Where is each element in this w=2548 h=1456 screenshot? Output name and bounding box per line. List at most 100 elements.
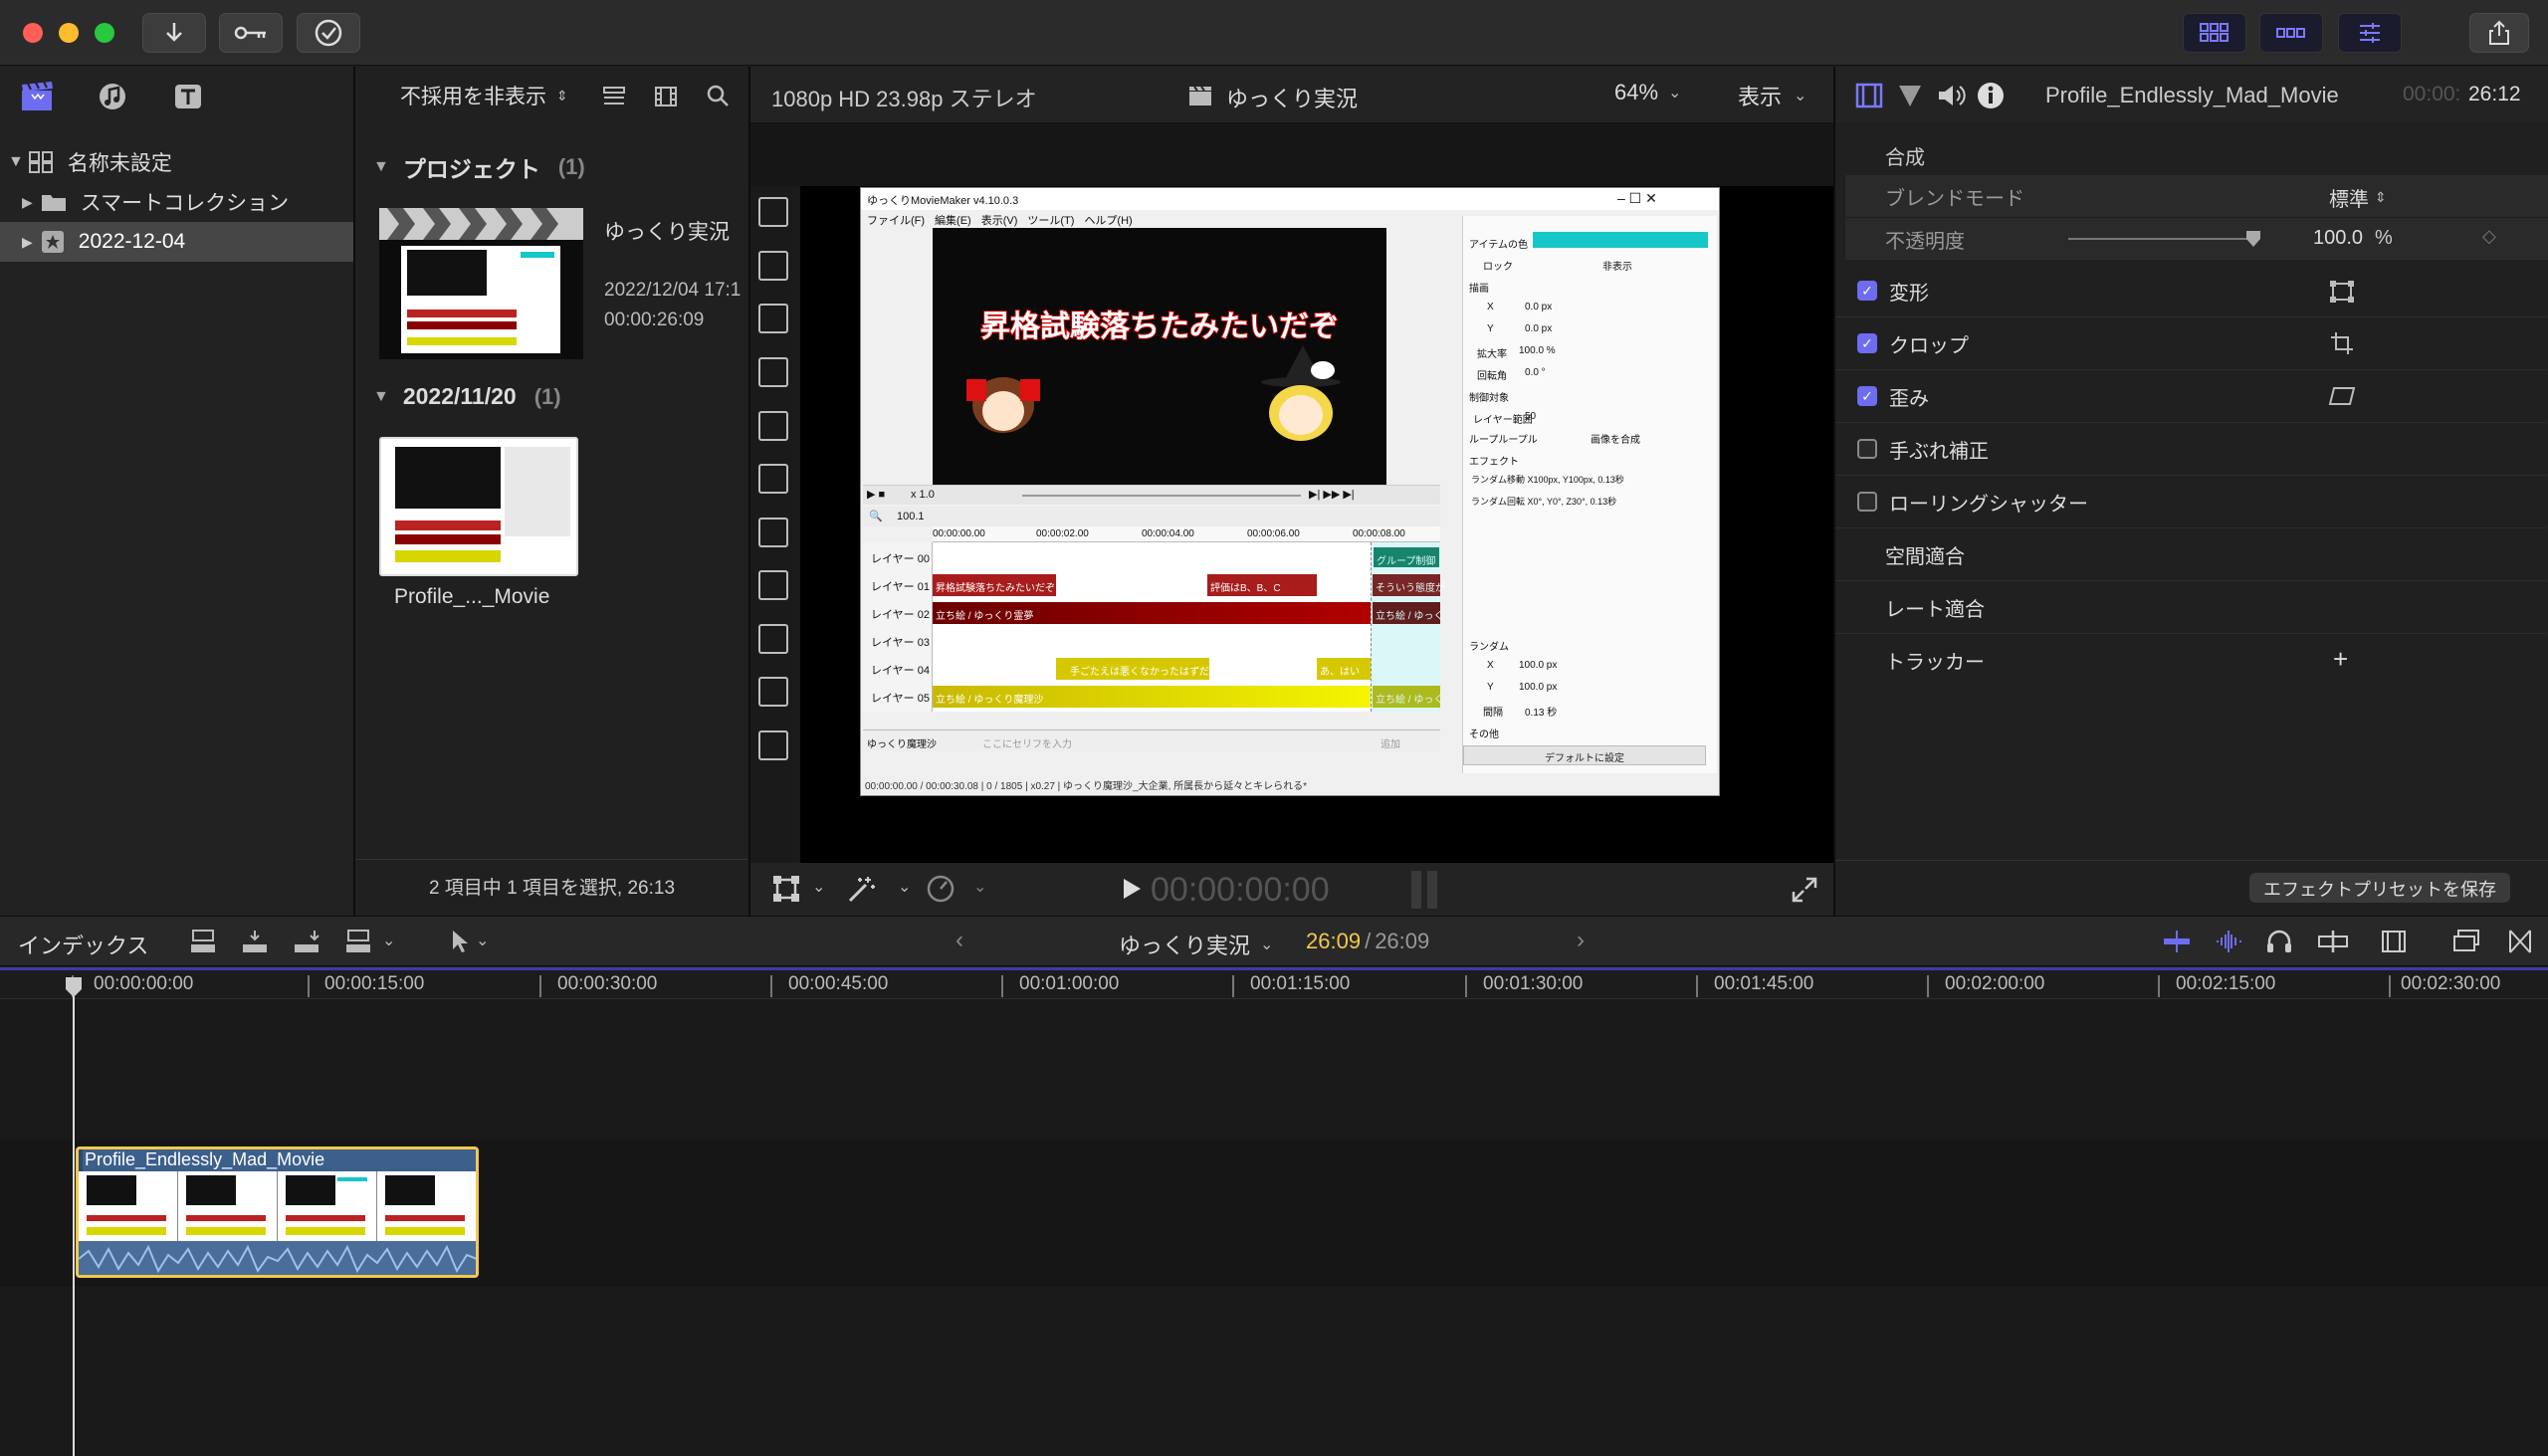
filter-popup[interactable]: 不採用を非表示 ⇕ (400, 81, 568, 110)
chevron-down-icon[interactable]: ⌄ (898, 877, 911, 897)
select-arrow-icon[interactable] (450, 929, 470, 954)
rate-conform-row[interactable]: レート適合 (1835, 581, 2547, 634)
solo-icon[interactable] (2317, 929, 2349, 954)
index-button[interactable]: インデックス (18, 929, 148, 960)
library-item[interactable]: ▼ 名称未設定 (0, 142, 353, 182)
view-popup[interactable]: 表示 ⌄ (1738, 80, 1806, 111)
distort-icon[interactable] (2328, 386, 2356, 406)
titles-generators-icon[interactable] (171, 81, 205, 112)
keyword-button[interactable] (219, 13, 283, 53)
forward-chevron-icon[interactable]: › (1577, 927, 1585, 954)
clapper-icon (1189, 86, 1211, 105)
blend-mode-popup[interactable]: 標準 ⇕ (2329, 183, 2387, 212)
section-header-projects[interactable]: ▼ プロジェクト (1) (373, 150, 585, 184)
zoom-button[interactable] (95, 23, 114, 43)
opacity-value[interactable]: 100.0 (2313, 227, 2363, 250)
ymm-track-area: グループ制御 昇格試験落ちたみたいだぞ 評価はB、B、C そういう態度が 立ち絵… (933, 542, 1445, 712)
add-tracker-icon[interactable]: + (2333, 644, 2348, 675)
distort-checkbox[interactable]: ✓ (1857, 386, 1877, 406)
row-label: 変形 (1889, 282, 1929, 305)
ymm-status: 00:00:00.00 / 00:00:30.08 | 0 / 1805 | x… (865, 781, 1308, 792)
connect-clip-icon[interactable] (189, 929, 217, 954)
clapper-icon[interactable] (20, 81, 54, 112)
opacity-slider[interactable] (2068, 231, 2260, 247)
effects-browser-icon[interactable] (2508, 929, 2532, 954)
chevron-down-icon[interactable]: ⌄ (973, 877, 986, 897)
updown-chevron-icon: ⇕ (556, 87, 568, 104)
browser-panel: 不採用を非表示 ⇕ ▼ プロジェクト (1) ゆっくり実況 2022/12/04… (355, 67, 748, 916)
browser-toggle-button[interactable] (2183, 13, 2246, 53)
video-skimming-icon[interactable] (2162, 929, 2192, 954)
timeline-toggle-button[interactable] (2259, 13, 2323, 53)
append-clip-icon[interactable] (293, 929, 320, 954)
filmstrip-icon[interactable] (2381, 929, 2407, 954)
ymm-prop-section: エフェクト (1469, 457, 1519, 468)
project-popup[interactable]: ゆっくり実況 ⌄ (1119, 929, 1273, 960)
chevron-down-icon[interactable]: ⌄ (382, 931, 395, 950)
back-chevron-icon[interactable]: ‹ (956, 927, 963, 954)
timeline-clip-name: Profile_Endlessly_Mad_Movie (83, 1149, 476, 1171)
disclosure-triangle-icon[interactable]: ▶ (22, 194, 33, 211)
crop-checkbox[interactable]: ✓ (1857, 333, 1877, 353)
ruler-label: 00:01:15:00 (1250, 973, 1351, 994)
headphones-icon[interactable] (2265, 929, 2293, 954)
insert-clip-icon[interactable] (241, 929, 269, 954)
event-label: 2022-12-04 (78, 230, 186, 253)
video-inspector-icon[interactable] (1855, 83, 1883, 108)
viewer-header: 1080p HD 23.98p ステレオ ゆっくり実況 64% ⌄ 表示 ⌄ (750, 67, 1833, 122)
project-thumbnail[interactable] (379, 208, 583, 359)
timecode-display[interactable]: 00:00:00:00 (1151, 871, 1330, 910)
transform-tool-icon[interactable] (772, 875, 800, 903)
clip-appearance-icon[interactable] (2452, 929, 2480, 954)
disclosure-triangle-icon[interactable]: ▶ (22, 234, 33, 251)
chevron-down-icon[interactable]: ⌄ (476, 931, 489, 950)
smart-collection-item[interactable]: ▶ スマートコレクション (0, 182, 353, 222)
clapper-stripe (379, 208, 583, 240)
transform-checkbox[interactable]: ✓ (1857, 281, 1877, 301)
crop-icon[interactable] (2330, 331, 2354, 355)
import-button[interactable] (142, 13, 206, 53)
rolling-shutter-checkbox[interactable] (1857, 492, 1877, 512)
overwrite-clip-icon[interactable] (344, 929, 372, 954)
search-icon[interactable] (706, 84, 730, 107)
compositing-section[interactable]: 合成 (1835, 133, 2548, 177)
minimize-button[interactable] (59, 23, 79, 43)
magic-wand-icon[interactable] (846, 875, 876, 903)
spatial-conform-row[interactable]: 空間適合 (1835, 528, 2547, 581)
speed-gauge-icon[interactable] (926, 875, 956, 903)
section-header-event[interactable]: ▼ 2022/11/20 (1) (373, 383, 561, 410)
crop-row[interactable]: ✓ クロップ (1835, 317, 2547, 370)
clip-thumbnail[interactable] (379, 437, 578, 576)
disclosure-triangle-icon[interactable]: ▼ (8, 153, 24, 171)
share-button[interactable] (2469, 13, 2529, 53)
filmstrip-icon[interactable] (654, 85, 678, 108)
chevron-down-icon[interactable]: ⌄ (812, 877, 825, 897)
rolling-shutter-row[interactable]: ローリングシャッター (1835, 476, 2547, 528)
close-button[interactable] (23, 23, 43, 43)
event-item-selected[interactable]: ▶ 2022-12-04 (0, 222, 353, 262)
play-icon[interactable] (1122, 878, 1142, 900)
stabilization-checkbox[interactable] (1857, 439, 1877, 459)
color-inspector-icon[interactable] (1897, 83, 1923, 108)
tracker-row[interactable]: トラッカー + (1835, 634, 2547, 687)
reimu-avatar (966, 367, 1040, 437)
music-photos-icon[interactable] (96, 81, 129, 112)
stabilization-row[interactable]: 手ぶれ補正 (1835, 423, 2547, 476)
background-tasks-button[interactable] (297, 13, 360, 53)
ymm-add-button: 追加 (1380, 739, 1400, 750)
zoom-popup[interactable]: 64% ⌄ (1614, 80, 1681, 105)
timeline-clip[interactable]: Profile_Endlessly_Mad_Movie (76, 1146, 479, 1278)
transform-row[interactable]: ✓ 変形 (1835, 265, 2547, 317)
info-inspector-icon[interactable] (1977, 82, 2005, 109)
save-effects-preset-button[interactable]: エフェクトプリセットを保存 (2249, 873, 2510, 903)
fullscreen-icon[interactable] (1792, 877, 1817, 903)
opacity-slider-knob[interactable] (2246, 231, 2260, 247)
keyframe-diamond-icon[interactable]: ◇ (2482, 226, 2496, 247)
transform-icon[interactable] (2330, 281, 2354, 303)
audio-inspector-icon[interactable] (1937, 83, 1967, 108)
audio-skimming-icon[interactable] (2214, 929, 2243, 954)
inspector-toggle-button[interactable] (2338, 13, 2402, 53)
clip-appearance-icon[interactable] (602, 85, 626, 108)
playhead[interactable] (73, 977, 75, 1456)
distort-row[interactable]: ✓ 歪み (1835, 370, 2547, 423)
